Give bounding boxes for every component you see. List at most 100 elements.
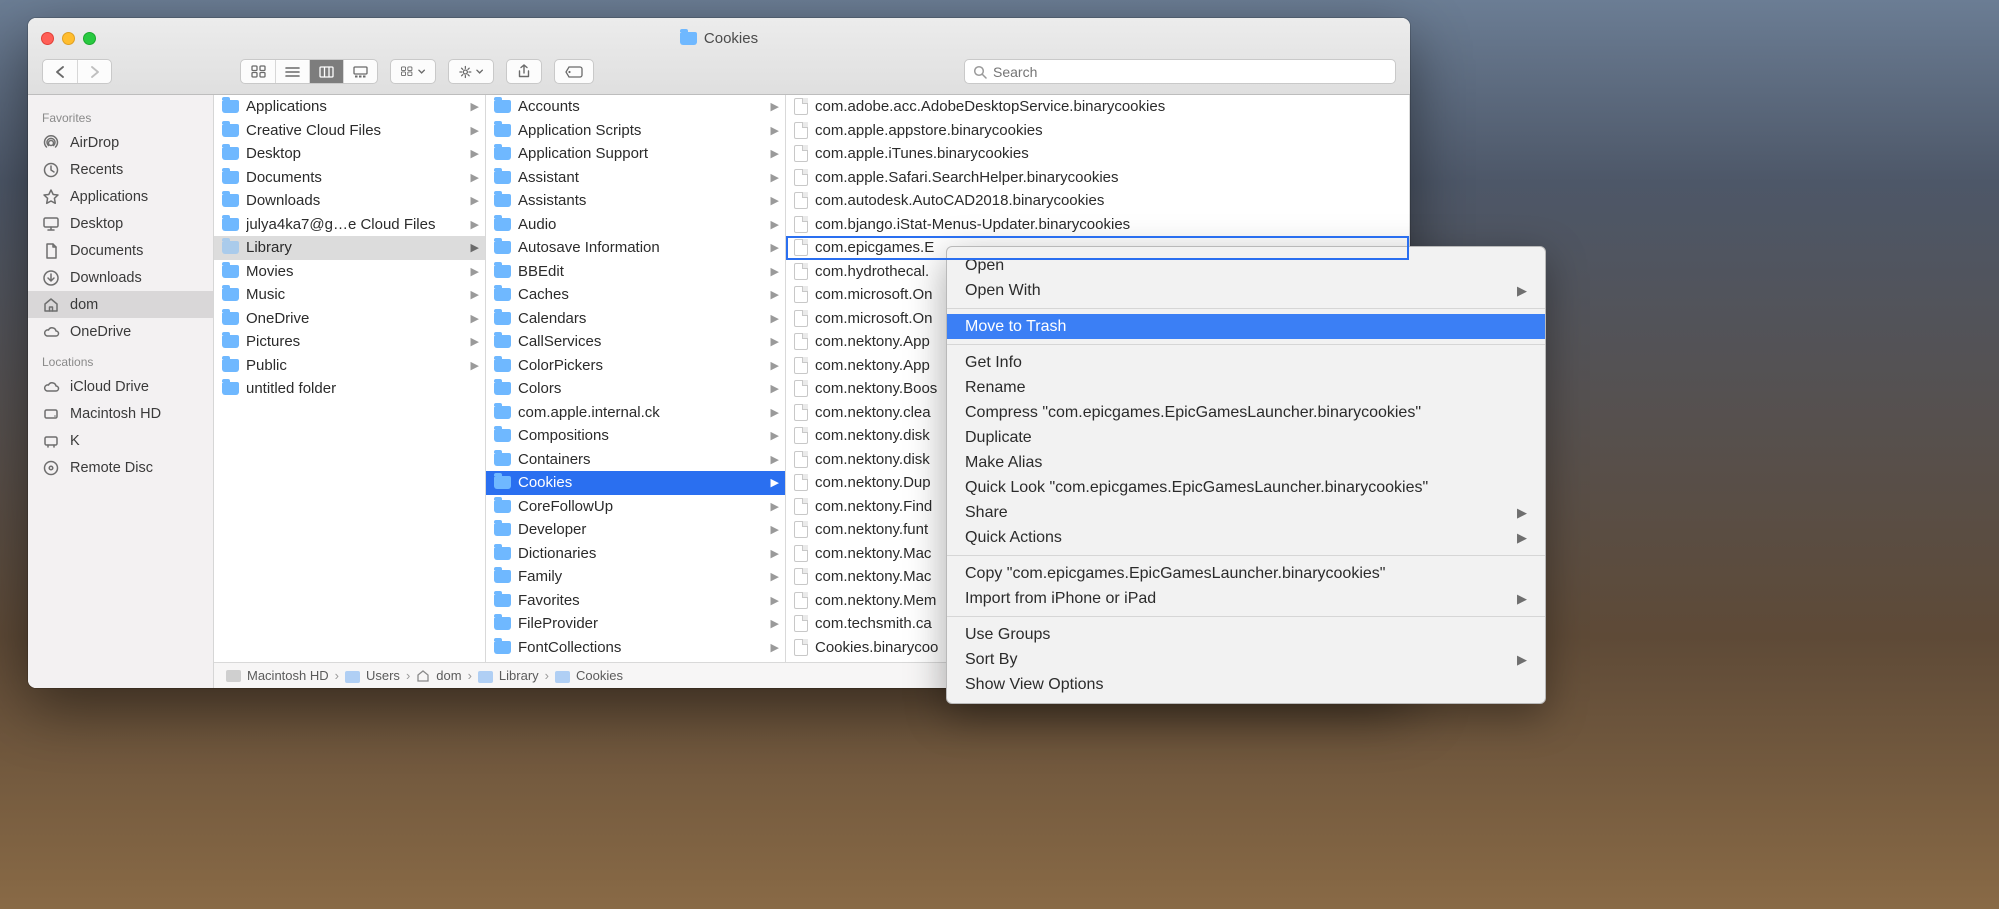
sidebar-item-recents[interactable]: Recents [28,156,213,183]
view-icons[interactable] [241,60,275,83]
search-input[interactable] [993,64,1387,80]
sidebar-item-dom[interactable]: dom [28,291,213,318]
sidebar-item-downloads[interactable]: Downloads [28,264,213,291]
menu-item[interactable]: Show View Options [947,672,1545,697]
folder-row[interactable]: Calendars▶ [486,307,785,331]
menu-item[interactable]: Move to Trash [947,314,1545,339]
sidebar-item-applications[interactable]: Applications [28,183,213,210]
forward-button[interactable] [77,60,111,83]
folder-row[interactable]: com.apple.internal.ck▶ [486,401,785,425]
folder-row[interactable]: Application Support▶ [486,142,785,166]
file-row[interactable]: com.autodesk.AutoCAD2018.binarycookies [786,189,1409,213]
sidebar-item-documents[interactable]: Documents [28,237,213,264]
folder-row[interactable]: Desktop▶ [214,142,485,166]
folder-row[interactable]: Caches▶ [486,283,785,307]
share-button[interactable] [506,59,542,84]
folder-row[interactable]: Assistants▶ [486,189,785,213]
folder-row[interactable]: Pictures▶ [214,330,485,354]
folder-row[interactable]: Music▶ [214,283,485,307]
folder-row[interactable]: Applications▶ [214,95,485,119]
action-menu[interactable] [448,59,494,84]
folder-row[interactable]: untitled folder [214,377,485,401]
sidebar-item-airdrop[interactable]: AirDrop [28,129,213,156]
folder-row[interactable]: Colors▶ [486,377,785,401]
folder-row[interactable]: Developer▶ [486,518,785,542]
folder-row[interactable]: FileProvider▶ [486,612,785,636]
menu-item[interactable]: Quick Look "com.epicgames.EpicGamesLaunc… [947,475,1545,500]
folder-row[interactable]: Accounts▶ [486,95,785,119]
sidebar-item-icloud-drive[interactable]: iCloud Drive [28,373,213,400]
file-row[interactable]: com.apple.iTunes.binarycookies [786,142,1409,166]
folder-row[interactable]: Public▶ [214,354,485,378]
folder-row[interactable]: Family▶ [486,565,785,589]
sidebar-item-k[interactable]: K [28,427,213,454]
file-row[interactable]: com.apple.appstore.binarycookies [786,119,1409,143]
path-segment[interactable]: Users [366,668,400,683]
folder-icon [494,335,511,348]
folder-row[interactable]: Application Scripts▶ [486,119,785,143]
folder-row[interactable]: Assistant▶ [486,166,785,190]
menu-item[interactable]: Make Alias [947,450,1545,475]
menu-item[interactable]: Import from iPhone or iPad▶ [947,586,1545,611]
folder-row[interactable]: Movies▶ [214,260,485,284]
tags-button[interactable] [554,59,594,84]
group-by[interactable] [390,59,436,84]
search-field[interactable] [964,59,1396,84]
folder-row[interactable]: Cookies▶ [486,471,785,495]
folder-row[interactable]: Library▶ [214,236,485,260]
menu-item[interactable]: Compress "com.epicgames.EpicGamesLaunche… [947,400,1545,425]
sidebar-item-remote-disc[interactable]: Remote Disc [28,454,213,481]
file-icon [794,192,808,209]
menu-item[interactable]: Rename [947,375,1545,400]
sidebar-item-macintosh-hd[interactable]: Macintosh HD [28,400,213,427]
window-title: Cookies [28,30,1410,47]
sidebar-item-label: Recents [70,162,123,178]
menu-item[interactable]: Duplicate [947,425,1545,450]
folder-row[interactable]: julya4ka7@g…e Cloud Files▶ [214,213,485,237]
folder-row[interactable]: Dictionaries▶ [486,542,785,566]
menu-item[interactable]: Use Groups [947,622,1545,647]
folder-row[interactable]: Audio▶ [486,213,785,237]
file-icon [794,545,808,562]
file-icon [794,333,808,350]
file-row[interactable]: com.epicgames.E [786,236,1409,260]
folder-icon [222,312,239,325]
menu-item[interactable]: Sort By▶ [947,647,1545,672]
folder-row[interactable]: CoreFollowUp▶ [486,495,785,519]
view-columns[interactable] [309,60,343,83]
menu-item[interactable]: Copy "com.epicgames.EpicGamesLauncher.bi… [947,561,1545,586]
view-gallery[interactable] [343,60,377,83]
folder-row[interactable]: Creative Cloud Files▶ [214,119,485,143]
view-list[interactable] [275,60,309,83]
folder-row[interactable]: Favorites▶ [486,589,785,613]
folder-row[interactable]: Autosave Information▶ [486,236,785,260]
path-segment[interactable]: Library [499,668,539,683]
folder-row[interactable]: FontCollections▶ [486,636,785,660]
folder-row[interactable]: Downloads▶ [214,189,485,213]
back-button[interactable] [43,60,77,83]
menu-item[interactable]: Quick Actions▶ [947,525,1545,550]
folder-icon [222,218,239,231]
path-segment[interactable]: Macintosh HD [247,668,329,683]
folder-row[interactable]: BBEdit▶ [486,260,785,284]
sidebar-item-onedrive[interactable]: OneDrive [28,318,213,345]
folder-row[interactable]: Containers▶ [486,448,785,472]
home-icon [416,669,430,682]
menu-item[interactable]: Open With▶ [947,278,1545,303]
sidebar-item-desktop[interactable]: Desktop [28,210,213,237]
folder-row[interactable]: Compositions▶ [486,424,785,448]
chevron-right-icon: ▶ [771,312,779,325]
file-row[interactable]: com.adobe.acc.AdobeDesktopService.binary… [786,95,1409,119]
row-label: Assistant [518,169,779,186]
folder-row[interactable]: OneDrive▶ [214,307,485,331]
file-row[interactable]: com.apple.Safari.SearchHelper.binarycook… [786,166,1409,190]
path-segment[interactable]: Cookies [576,668,623,683]
file-row[interactable]: com.bjango.iStat-Menus-Updater.binarycoo… [786,213,1409,237]
chevron-right-icon: ▶ [471,359,479,372]
folder-row[interactable]: ColorPickers▶ [486,354,785,378]
folder-row[interactable]: Documents▶ [214,166,485,190]
path-segment[interactable]: dom [436,668,461,683]
menu-item[interactable]: Get Info [947,350,1545,375]
menu-item[interactable]: Share▶ [947,500,1545,525]
folder-row[interactable]: CallServices▶ [486,330,785,354]
